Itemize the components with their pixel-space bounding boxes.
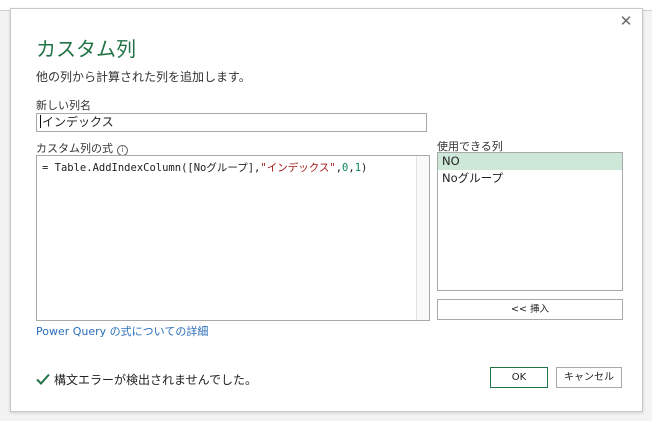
syntax-status: 構文エラーが検出されませんでした。 (36, 371, 257, 388)
formula-suffix: ) (361, 162, 368, 174)
check-icon (36, 373, 50, 385)
new-column-name-label: 新しい列名 (36, 99, 91, 112)
new-column-name-input[interactable]: インデックス (36, 113, 427, 132)
dialog-title: カスタム列 (36, 37, 136, 61)
close-icon[interactable]: ✕ (618, 13, 634, 29)
learn-more-link[interactable]: Power Query の式についての詳細 (36, 323, 208, 339)
dialog-subtitle: 他の列から計算された列を追加します。 (36, 70, 251, 84)
insert-button[interactable]: << 挿入 (437, 299, 623, 320)
custom-formula-label-text: カスタム列の式 (36, 142, 113, 155)
syntax-status-text: 構文エラーが検出されませんでした。 (54, 373, 258, 387)
column-item-no-group[interactable]: Noグループ (438, 170, 622, 187)
formula-string-arg: "インデックス" (260, 162, 336, 174)
available-columns-list[interactable]: NO Noグループ (437, 152, 623, 291)
custom-column-dialog: ✕ カスタム列 他の列から計算された列を追加します。 新しい列名 インデックス … (10, 8, 643, 412)
column-item-no[interactable]: NO (438, 153, 622, 170)
formula-scrollbar[interactable] (416, 156, 429, 320)
custom-formula-editor[interactable]: = Table.AddIndexColumn([Noグループ],"インデックス"… (36, 155, 430, 321)
formula-text: = Table.AddIndexColumn([Noグループ],"インデックス"… (42, 160, 367, 175)
custom-formula-label: カスタム列の式 i (36, 140, 128, 156)
cancel-button[interactable]: キャンセル (556, 367, 622, 388)
formula-prefix: = Table.AddIndexColumn([Noグループ], (42, 162, 261, 174)
text-caret (40, 115, 41, 128)
ok-button[interactable]: OK (490, 367, 548, 388)
new-column-name-value: インデックス (42, 115, 114, 129)
